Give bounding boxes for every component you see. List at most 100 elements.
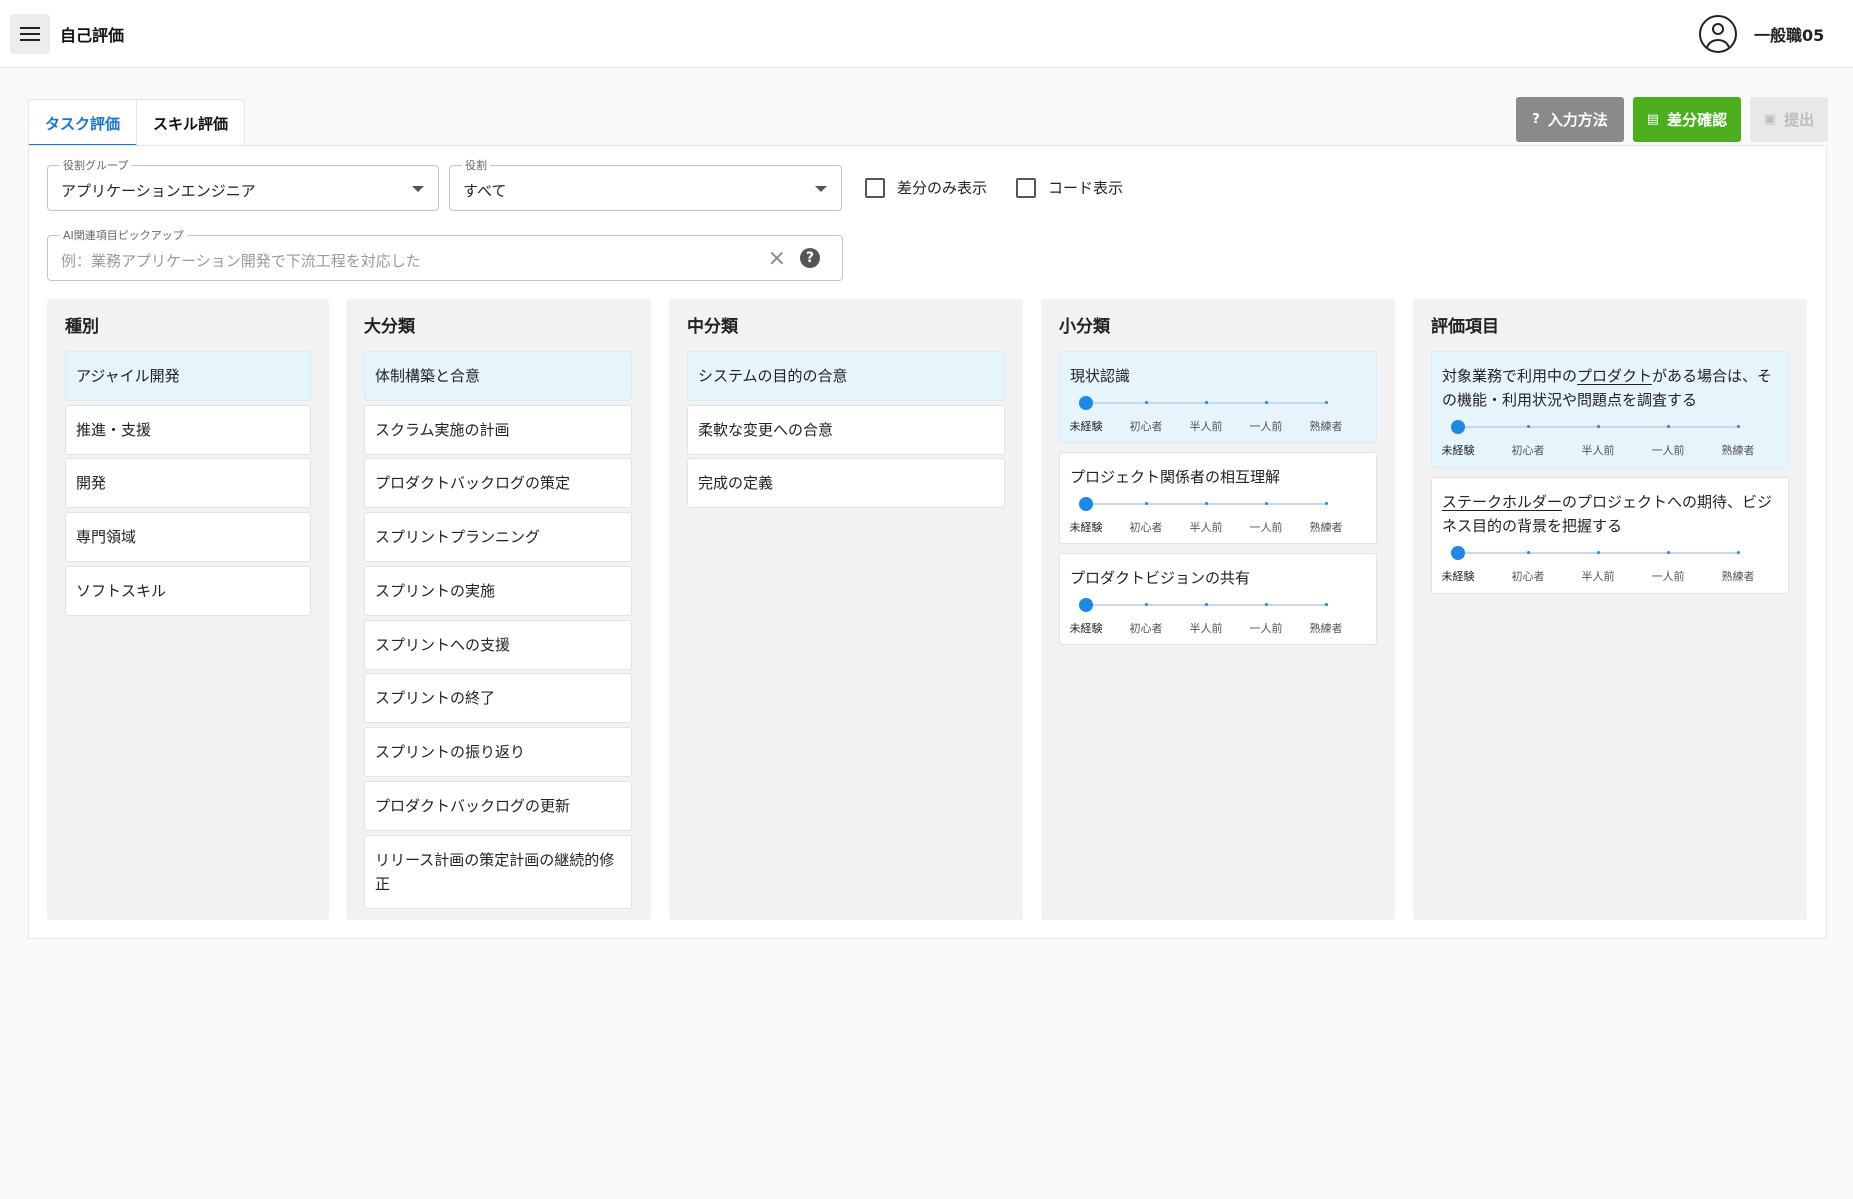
role-group-label: 役割グループ (60, 157, 132, 173)
level-label: 初心者 (1129, 420, 1163, 433)
role-group-value: アプリケーションエンジニア (61, 182, 256, 200)
minor-item[interactable]: 現状認識 未経験 初心者 半人前 一人前 熟練者 (1059, 351, 1377, 443)
eval-item[interactable]: 対象業務で利用中のプロダクトがある場合は、その機能・利用状況や問題点を調査する … (1431, 351, 1789, 468)
submit-button[interactable]: ▣ 提出 (1750, 97, 1828, 142)
column-type-title: 種別 (65, 317, 99, 337)
level-slider[interactable]: 未経験 初心者 半人前 一人前 熟練者 (1442, 544, 1755, 584)
help-circle-icon[interactable]: ? (800, 248, 820, 268)
slider-tick[interactable] (1265, 603, 1268, 606)
diff-check-button[interactable]: ▤ 差分確認 (1633, 97, 1741, 142)
slider-tick[interactable] (1527, 425, 1530, 428)
slider-tick[interactable] (1145, 401, 1148, 404)
major-item[interactable]: スプリントへの支援 (364, 620, 632, 670)
show-code-label: コード表示 (1048, 179, 1124, 197)
slider-tick[interactable] (1737, 425, 1740, 428)
slider-tick[interactable] (1597, 551, 1600, 554)
level-label: 半人前 (1189, 521, 1223, 534)
major-item[interactable]: スプリントの振り返り (364, 727, 632, 777)
slider-knob[interactable] (1079, 598, 1093, 612)
level-label: 一人前 (1651, 570, 1685, 583)
hamburger-icon (20, 27, 40, 41)
slider-tick[interactable] (1205, 502, 1208, 505)
type-item[interactable]: 開発 (65, 458, 311, 508)
level-label: 一人前 (1249, 420, 1283, 433)
howto-button[interactable]: ? 入力方法 (1516, 97, 1624, 142)
account-icon[interactable] (1699, 15, 1737, 53)
level-slider[interactable]: 未経験 初心者 半人前 一人前 熟練者 (1070, 394, 1343, 434)
column-eval-title: 評価項目 (1431, 317, 1499, 337)
level-slider[interactable]: 未経験 初心者 半人前 一人前 熟練者 (1070, 596, 1343, 636)
app-header: 自己評価 一般職05 (0, 0, 1853, 68)
major-item[interactable]: スプリントの実施 (364, 566, 632, 616)
column-middle-title: 中分類 (687, 317, 738, 337)
type-item[interactable]: ソフトスキル (65, 566, 311, 616)
glossary-link[interactable]: プロダクト (1577, 367, 1652, 385)
level-label: 熟練者 (1721, 444, 1755, 457)
major-item[interactable]: リリース計画の策定計画の継続的修正 (364, 835, 632, 909)
role-label: 役割 (462, 157, 490, 173)
slider-tick[interactable] (1145, 603, 1148, 606)
middle-item[interactable]: 完成の定義 (687, 458, 1005, 508)
tab-task-evaluation[interactable]: タスク評価 (29, 100, 138, 146)
clear-icon[interactable]: × (768, 248, 786, 270)
slider-tick[interactable] (1527, 551, 1530, 554)
level-label: 熟練者 (1721, 570, 1755, 583)
slider-tick[interactable] (1265, 401, 1268, 404)
column-type: 種別 アジャイル開発 推進・支援 開発 専門領域 ソフトスキル (47, 299, 329, 920)
major-item[interactable]: スプリントプランニング (364, 512, 632, 562)
role-group-select[interactable]: 役割グループ アプリケーションエンジニア (47, 157, 439, 211)
level-label: 初心者 (1511, 570, 1545, 583)
slider-knob[interactable] (1079, 497, 1093, 511)
slider-tick[interactable] (1667, 551, 1670, 554)
level-slider[interactable]: 未経験 初心者 半人前 一人前 熟練者 (1070, 495, 1343, 535)
major-item[interactable]: スクラム実施の計画 (364, 405, 632, 455)
middle-item[interactable]: システムの目的の合意 (687, 351, 1005, 401)
menu-button[interactable] (10, 14, 50, 54)
slider-knob[interactable] (1451, 546, 1465, 560)
slider-tick[interactable] (1145, 502, 1148, 505)
major-item[interactable]: 体制構築と合意 (364, 351, 632, 401)
tab-skill-evaluation[interactable]: スキル評価 (137, 100, 244, 146)
slider-tick[interactable] (1205, 603, 1208, 606)
diff-only-checkbox[interactable]: 差分のみ表示 (865, 177, 987, 198)
level-label: 半人前 (1189, 420, 1223, 433)
slider-tick[interactable] (1325, 502, 1328, 505)
major-item[interactable]: プロダクトバックログの更新 (364, 781, 632, 831)
glossary-link[interactable]: ステークホルダー (1442, 493, 1562, 511)
eval-item[interactable]: ステークホルダーのプロジェクトへの期待、ビジネス目的の背景を把握する 未経験 初心… (1431, 477, 1789, 594)
minor-item[interactable]: プロジェクト関係者の相互理解 未経験 初心者 半人前 一人前 熟練者 (1059, 452, 1377, 544)
level-label: 一人前 (1651, 444, 1685, 457)
level-label: 初心者 (1511, 444, 1545, 457)
minor-item[interactable]: プロダクトビジョンの共有 未経験 初心者 半人前 一人前 熟練者 (1059, 553, 1377, 645)
major-item[interactable]: プロダクトバックログの策定 (364, 458, 632, 508)
slider-tick[interactable] (1737, 551, 1740, 554)
slider-tick[interactable] (1325, 401, 1328, 404)
column-major: 大分類 体制構築と合意 スクラム実施の計画 プロダクトバックログの策定 スプリン… (346, 299, 651, 920)
show-code-checkbox[interactable]: コード表示 (1016, 177, 1123, 198)
slider-knob[interactable] (1451, 420, 1465, 434)
level-label: 一人前 (1249, 622, 1283, 635)
tab-bar: タスク評価 スキル評価 (28, 99, 246, 146)
slider-tick[interactable] (1667, 425, 1670, 428)
slider-knob[interactable] (1079, 396, 1093, 410)
role-select[interactable]: 役割 すべて (449, 157, 842, 211)
type-item[interactable]: 専門領域 (65, 512, 311, 562)
diff-only-label: 差分のみ表示 (897, 179, 988, 197)
type-item[interactable]: 推進・支援 (65, 405, 311, 455)
slider-tick[interactable] (1325, 603, 1328, 606)
middle-item[interactable]: 柔軟な変更への合意 (687, 405, 1005, 455)
type-item[interactable]: アジャイル開発 (65, 351, 311, 401)
ai-pickup-input[interactable]: AI関連項目ピックアップ 例：業務アプリケーション開発で下流工程を対応した × … (47, 227, 843, 281)
slider-tick[interactable] (1597, 425, 1600, 428)
minor-item-label: プロジェクト関係者の相互理解 (1070, 468, 1281, 486)
level-label: 熟練者 (1309, 420, 1343, 433)
level-label: 未経験 (1069, 420, 1103, 433)
slider-tick[interactable] (1205, 401, 1208, 404)
level-label: 熟練者 (1309, 622, 1343, 635)
checkbox-icon (865, 177, 885, 198)
major-item[interactable]: スプリントの終了 (364, 673, 632, 723)
level-slider[interactable]: 未経験 初心者 半人前 一人前 熟練者 (1442, 418, 1755, 458)
user-name: 一般職05 (1754, 26, 1825, 45)
slider-tick[interactable] (1265, 502, 1268, 505)
level-label: 半人前 (1581, 570, 1615, 583)
